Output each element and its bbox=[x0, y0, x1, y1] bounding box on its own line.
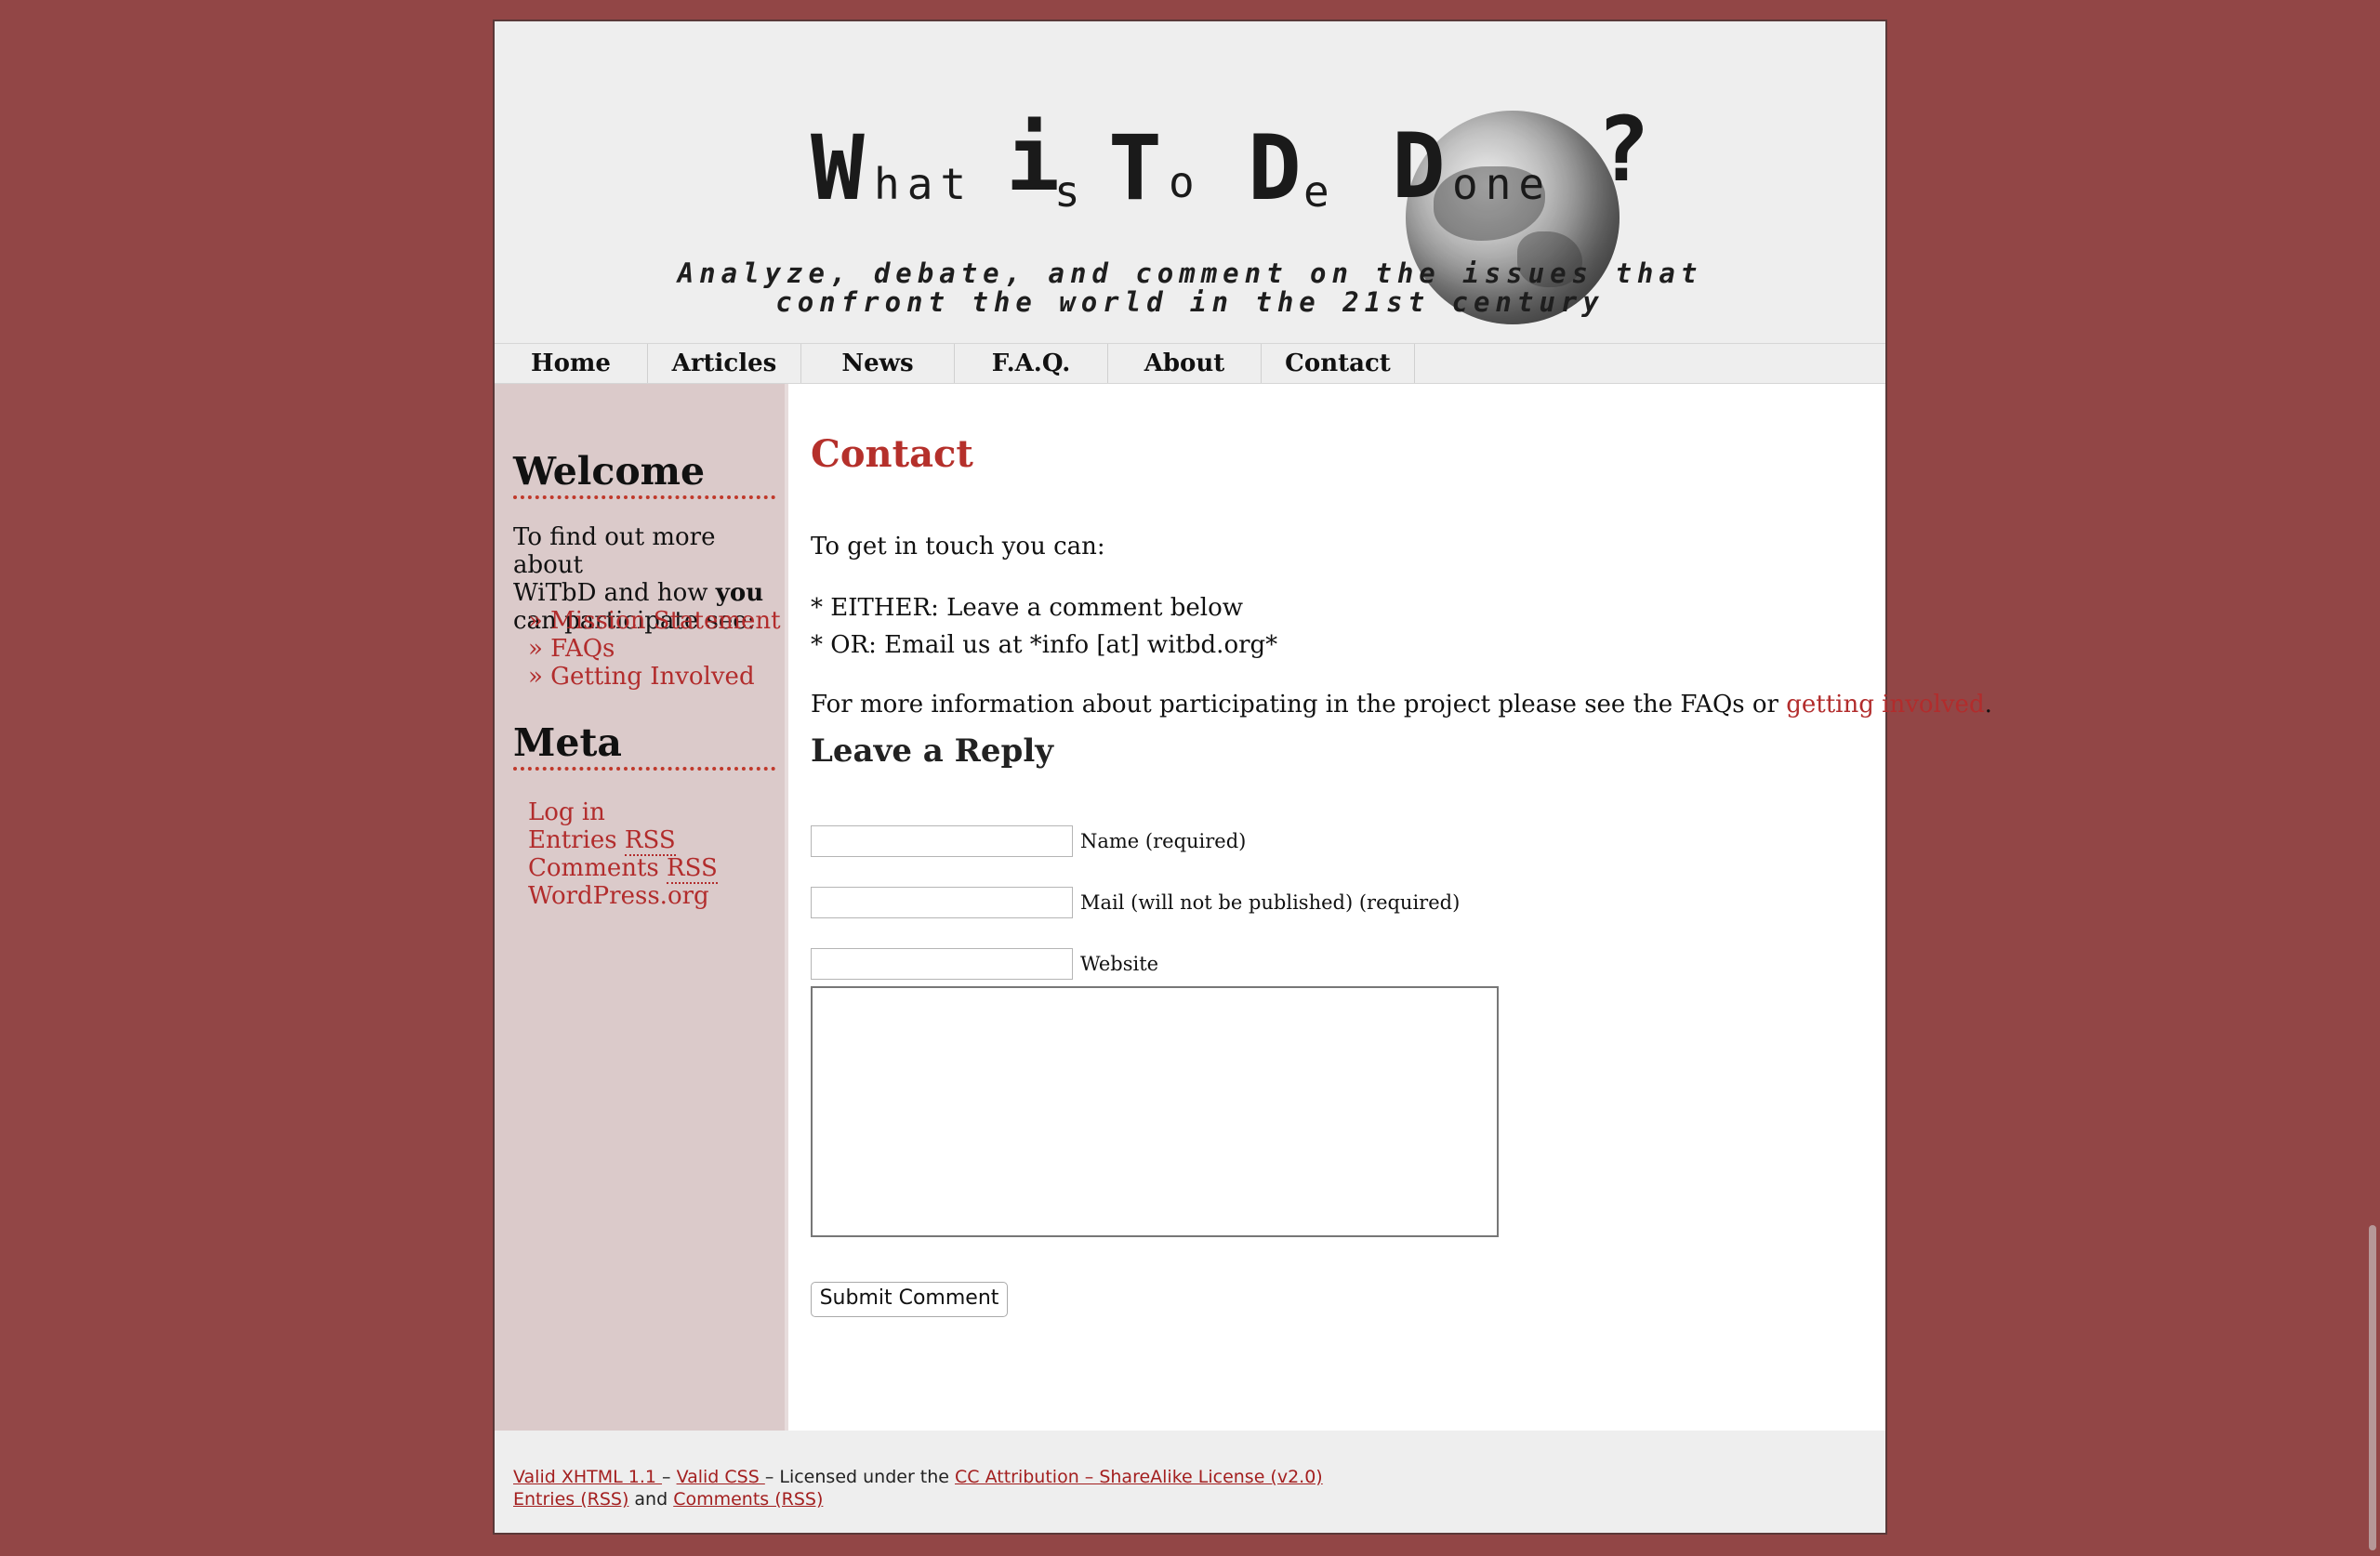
sidebar: Welcome To find out more about WiTbD and… bbox=[495, 384, 788, 1431]
page-scrollbar[interactable] bbox=[2369, 1225, 2376, 1550]
site-logo[interactable]: W hat i s T o D e D one ? bbox=[811, 96, 1650, 324]
name-label: Name (required) bbox=[1080, 830, 1247, 852]
logo-letter: s bbox=[1054, 166, 1088, 217]
logo-word: hat bbox=[874, 159, 974, 209]
comment-textarea[interactable] bbox=[811, 986, 1499, 1237]
valid-css-link[interactable]: Valid CSS bbox=[677, 1467, 765, 1487]
welcome-line: WiTbD and how you bbox=[513, 579, 774, 607]
nav-faq[interactable]: F.A.Q. bbox=[955, 344, 1108, 383]
license-link[interactable]: CC Attribution – ShareAlike License (v2.… bbox=[955, 1467, 1323, 1487]
welcome-emphasis: you bbox=[715, 579, 764, 607]
getting-involved-link[interactable]: getting involved bbox=[1786, 691, 1984, 719]
either-text: * EITHER: Leave a comment below bbox=[811, 594, 1243, 622]
entries-rss-link[interactable]: Entries (RSS) bbox=[513, 1489, 628, 1510]
comments-rss-link[interactable]: Comments (RSS) bbox=[673, 1489, 823, 1510]
website-label: Website bbox=[1080, 953, 1159, 975]
nav-about[interactable]: About bbox=[1108, 344, 1262, 383]
welcome-text-part: WiTbD and how bbox=[513, 579, 716, 607]
intro-text: To get in touch you can: bbox=[811, 533, 1105, 560]
email-label: Mail (will not be published) (required) bbox=[1080, 891, 1461, 914]
tagline-line: confront the world in the 21st century bbox=[775, 286, 1605, 318]
site-header: W hat i s T o D e D one ? Analyze, debat… bbox=[495, 21, 1885, 343]
logo-word: one bbox=[1452, 159, 1553, 209]
submit-comment-button[interactable]: Submit Comment bbox=[811, 1282, 1008, 1317]
sidebar-link-mission-statement[interactable]: » Mission Statement bbox=[528, 607, 781, 635]
logo-letter: D bbox=[1392, 114, 1446, 218]
rss-abbr: RSS bbox=[667, 854, 718, 884]
email-text: * OR: Email us at *info [at] witbd.org* bbox=[811, 631, 1278, 659]
rss-abbr: RSS bbox=[624, 826, 676, 856]
sidebar-heading-meta: Meta bbox=[513, 720, 775, 771]
nav-articles[interactable]: Articles bbox=[648, 344, 801, 383]
meta-link-text: Comments bbox=[528, 854, 659, 882]
footer-and: and bbox=[628, 1489, 674, 1510]
sidebar-heading-welcome: Welcome bbox=[513, 449, 775, 499]
license-text: Licensed under the bbox=[779, 1467, 956, 1487]
more-info-text: For more information about participating… bbox=[811, 691, 1992, 719]
footer-separator: – bbox=[764, 1467, 780, 1487]
valid-xhtml-link[interactable]: Valid XHTML 1.1 bbox=[513, 1467, 662, 1487]
more-info-prefix: For more information about participating… bbox=[811, 691, 1787, 719]
welcome-line: To find out more about bbox=[513, 523, 716, 579]
footer-separator: – bbox=[662, 1467, 677, 1487]
meta-link-text: Entries bbox=[528, 826, 617, 854]
sidebar-link-getting-involved[interactable]: » Getting Involved bbox=[528, 663, 755, 691]
tagline-line: Analyze, debate, and comment on the issu… bbox=[677, 257, 1703, 289]
logo-letter: ? bbox=[1596, 98, 1650, 202]
meta-link-wordpress[interactable]: WordPress.org bbox=[528, 882, 709, 910]
footer-line-2: Entries (RSS) and Comments (RSS) bbox=[513, 1488, 823, 1510]
logo-letter: T bbox=[1108, 116, 1162, 220]
reply-heading: Leave a Reply bbox=[811, 732, 1053, 770]
logo-letter: D bbox=[1248, 116, 1302, 220]
nav-contact[interactable]: Contact bbox=[1262, 344, 1415, 383]
footer-line-1: Valid XHTML 1.1 – Valid CSS – Licensed u… bbox=[513, 1466, 1323, 1488]
more-info-suffix: . bbox=[1984, 691, 1992, 719]
site-footer: Valid XHTML 1.1 – Valid CSS – Licensed u… bbox=[495, 1431, 1885, 1533]
nav-home[interactable]: Home bbox=[495, 344, 648, 383]
meta-link-comments-rss[interactable]: Comments RSS bbox=[528, 854, 718, 884]
nav-news[interactable]: News bbox=[801, 344, 955, 383]
main-nav: Home Articles News F.A.Q. About Contact bbox=[495, 343, 1885, 384]
page-container: W hat i s T o D e D one ? Analyze, debat… bbox=[493, 20, 1992, 1535]
logo-letter: i bbox=[1006, 107, 1060, 211]
meta-link-log-in[interactable]: Log in bbox=[528, 798, 605, 826]
site-tagline: Analyze, debate, and comment on the issu… bbox=[495, 259, 1885, 317]
sidebar-link-faqs[interactable]: » FAQs bbox=[528, 635, 615, 663]
page-title: Contact bbox=[811, 432, 973, 476]
email-field[interactable] bbox=[811, 887, 1073, 918]
logo-letter: o bbox=[1169, 157, 1202, 207]
website-field[interactable] bbox=[811, 948, 1073, 980]
logo-letter: e bbox=[1303, 166, 1337, 217]
meta-link-entries-rss[interactable]: Entries RSS bbox=[528, 826, 676, 856]
logo-letter: W bbox=[811, 116, 865, 220]
name-field[interactable] bbox=[811, 825, 1073, 857]
